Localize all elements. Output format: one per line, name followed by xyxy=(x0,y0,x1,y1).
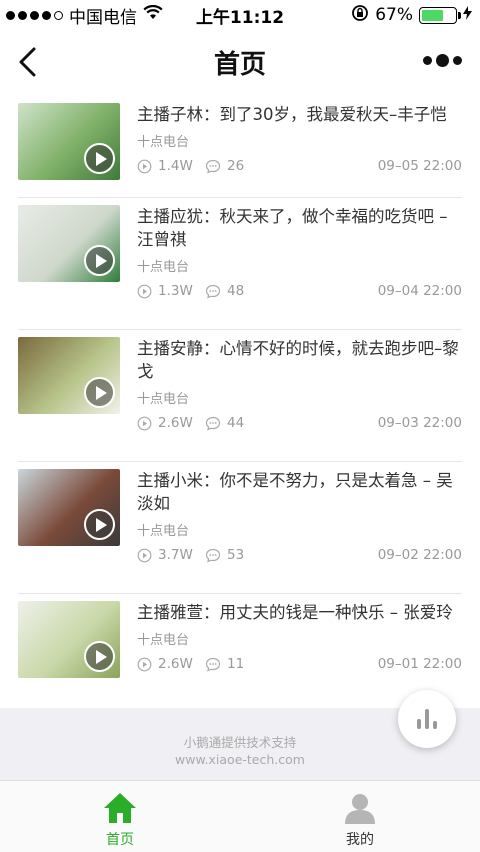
comment-icon xyxy=(205,548,221,563)
article-title[interactable]: 主播安静：心情不好的时候，就去跑步吧–黎戈 xyxy=(137,337,462,383)
play-icon[interactable] xyxy=(84,377,115,408)
play-icon[interactable] xyxy=(84,245,115,276)
article-source: 十点电台 xyxy=(137,135,190,150)
tab-home-label: 首页 xyxy=(106,832,134,848)
article-thumbnail[interactable] xyxy=(18,103,120,180)
audio-player-button[interactable] xyxy=(398,690,456,748)
play-icon[interactable] xyxy=(84,143,115,174)
tab-mine[interactable]: 我的 xyxy=(240,781,480,852)
tab-mine-label: 我的 xyxy=(346,832,374,848)
play-count-icon xyxy=(137,284,152,299)
publish-date: 09–05 22:00 xyxy=(377,158,462,174)
article-source: 十点电台 xyxy=(137,524,190,539)
comment-count: 44 xyxy=(227,415,245,431)
play-count: 1.3W xyxy=(158,283,193,299)
comment-count: 53 xyxy=(227,547,245,563)
rotation-lock-icon xyxy=(351,4,369,27)
play-count: 1.4W xyxy=(158,158,193,174)
status-bar: 中国电信 上午11:12 67% xyxy=(0,0,480,30)
user-icon xyxy=(345,794,375,824)
comment-icon xyxy=(205,159,221,174)
publish-date: 09–03 22:00 xyxy=(377,415,462,431)
article-title[interactable]: 主播小米：你不是不努力，只是太着急 – 吴淡如 xyxy=(137,469,462,515)
play-count-icon xyxy=(137,159,152,174)
signal-strength-icon xyxy=(6,10,63,20)
play-icon[interactable] xyxy=(84,641,115,672)
publish-date: 09–02 22:00 xyxy=(377,547,462,563)
tab-home[interactable]: 首页 xyxy=(0,781,240,852)
more-dots-icon xyxy=(423,56,432,65)
play-icon[interactable] xyxy=(84,509,115,540)
article-item[interactable]: 主播雅萱：用丈夫的钱是一种快乐 – 张爱玲 十点电台 2.6W 11 09–01… xyxy=(18,594,462,726)
home-icon xyxy=(104,793,136,823)
tech-support-url: www.xiaoe-tech.com xyxy=(175,752,305,767)
wifi-icon xyxy=(143,4,163,25)
article-list: 主播子林：到了30岁，我最爱秋天–丰子恺 十点电台 1.4W 26 09–05 … xyxy=(18,96,462,726)
play-count-icon xyxy=(137,548,152,563)
navigation-bar: 首页 xyxy=(0,30,480,96)
article-item[interactable]: 主播应犹：秋天来了，做个幸福的吃货吧 –汪曾祺 十点电台 1.3W 48 09–… xyxy=(18,198,462,330)
battery-icon xyxy=(419,6,461,24)
comment-icon xyxy=(205,657,221,672)
article-item[interactable]: 主播子林：到了30岁，我最爱秋天–丰子恺 十点电台 1.4W 26 09–05 … xyxy=(18,96,462,198)
article-item[interactable]: 主播小米：你不是不努力，只是太着急 – 吴淡如 十点电台 3.7W 53 09–… xyxy=(18,462,462,594)
comment-count: 48 xyxy=(227,283,245,299)
play-count: 2.6W xyxy=(158,656,193,672)
article-thumbnail[interactable] xyxy=(18,469,120,546)
play-count: 2.6W xyxy=(158,415,193,431)
article-thumbnail[interactable] xyxy=(18,337,120,414)
article-source: 十点电台 xyxy=(137,392,190,407)
comment-count: 26 xyxy=(227,158,245,174)
more-button[interactable] xyxy=(423,54,462,67)
tab-bar: 首页 我的 xyxy=(0,780,480,852)
play-count-icon xyxy=(137,416,152,431)
play-count: 3.7W xyxy=(158,547,193,563)
article-title[interactable]: 主播应犹：秋天来了，做个幸福的吃货吧 –汪曾祺 xyxy=(137,205,462,251)
charging-icon xyxy=(463,5,472,25)
comment-icon xyxy=(205,284,221,299)
publish-date: 09–04 22:00 xyxy=(377,283,462,299)
comment-count: 11 xyxy=(227,656,245,672)
page-title: 首页 xyxy=(213,50,266,80)
article-thumbnail[interactable] xyxy=(18,601,120,678)
battery-percentage: 67% xyxy=(375,5,413,25)
article-thumbnail[interactable] xyxy=(18,205,120,282)
article-item[interactable]: 主播安静：心情不好的时候，就去跑步吧–黎戈 十点电台 2.6W 44 09–03… xyxy=(18,330,462,462)
article-source: 十点电台 xyxy=(137,260,190,275)
audio-bars-icon xyxy=(417,719,421,729)
play-count-icon xyxy=(137,657,152,672)
article-source: 十点电台 xyxy=(137,633,190,648)
article-title[interactable]: 主播子林：到了30岁，我最爱秋天–丰子恺 xyxy=(137,103,462,126)
comment-icon xyxy=(205,416,221,431)
carrier-name: 中国电信 xyxy=(69,7,137,28)
publish-date: 09–01 22:00 xyxy=(377,656,462,672)
article-title[interactable]: 主播雅萱：用丈夫的钱是一种快乐 – 张爱玲 xyxy=(137,601,462,624)
